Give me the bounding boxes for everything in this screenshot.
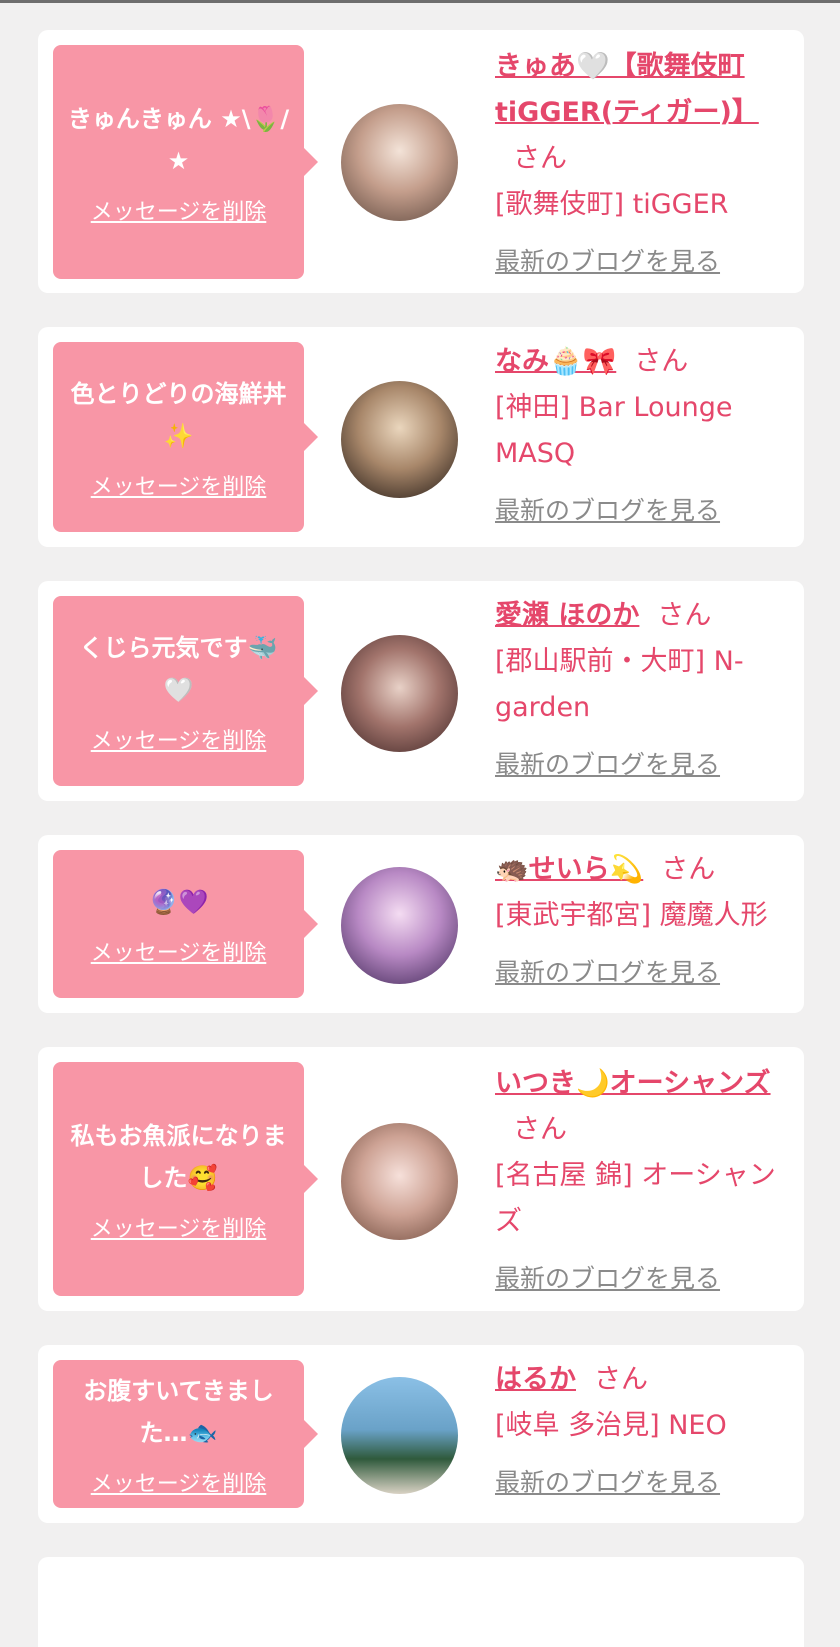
avatar[interactable] <box>341 1377 458 1494</box>
cast-name-link[interactable]: いつき🌙オーシャンズ <box>495 1068 771 1099</box>
list-item: くじら元気です🐳🤍 メッセージを削除 愛瀬 ほのか さん [郡山駅前・大町] N-… <box>38 581 804 801</box>
message-text: きゅんきゅん ★\🌷/★ <box>67 105 290 175</box>
honorific: さん <box>657 600 712 631</box>
list-item: きゅんきゅん ★\🌷/★ メッセージを削除 きゅあ🤍【歌舞伎町tiGGER(ティ… <box>38 30 804 293</box>
latest-blog-link[interactable]: 最新のブログを見る <box>495 745 795 785</box>
message-text: くじら元気です🐳🤍 <box>79 634 278 704</box>
avatar[interactable] <box>341 635 458 752</box>
avatar[interactable] <box>341 867 458 984</box>
latest-blog-link[interactable]: 最新のブログを見る <box>495 491 795 531</box>
store-label: [神田] Bar Lounge MASQ <box>495 392 733 469</box>
message-bubble: きゅんきゅん ★\🌷/★ メッセージを削除 <box>53 45 318 279</box>
latest-blog-link[interactable]: 最新のブログを見る <box>495 1259 795 1299</box>
list-item: 私もお魚派になりました🥰 メッセージを削除 いつき🌙オーシャンズさん [名古屋 … <box>38 1047 804 1311</box>
top-divider <box>0 0 840 3</box>
list-item-partial <box>38 1557 804 1647</box>
delete-message-link[interactable]: メッセージを削除 <box>91 935 267 967</box>
list-item: お腹すいてきました…🐟 メッセージを削除 はるか さん [岐阜 多治見] NEO … <box>38 1345 804 1523</box>
message-bubble: お腹すいてきました…🐟 メッセージを削除 <box>53 1360 318 1508</box>
honorific: さん <box>594 1364 648 1395</box>
message-text: 🔮💜 <box>148 888 209 916</box>
latest-blog-link[interactable]: 最新のブログを見る <box>495 1463 795 1503</box>
delete-message-link[interactable]: メッセージを削除 <box>91 723 267 755</box>
avatar[interactable] <box>341 104 458 221</box>
delete-message-link[interactable]: メッセージを削除 <box>91 194 267 226</box>
store-label: [東武宇都宮] 魔魔人形 <box>495 900 768 931</box>
honorific: さん <box>513 143 567 174</box>
cast-name-link[interactable]: 愛瀬 ほのか <box>495 600 639 631</box>
latest-blog-link[interactable]: 最新のブログを見る <box>495 242 795 282</box>
latest-blog-link[interactable]: 最新のブログを見る <box>495 953 795 993</box>
message-text: お腹すいてきました…🐟 <box>83 1377 274 1447</box>
message-text: 色とりどりの海鮮丼✨ <box>70 380 287 450</box>
message-bubble: くじら元気です🐳🤍 メッセージを削除 <box>53 596 318 786</box>
delete-message-link[interactable]: メッセージを削除 <box>91 469 267 501</box>
honorific: さん <box>661 854 716 885</box>
message-bubble: 私もお魚派になりました🥰 メッセージを削除 <box>53 1062 318 1296</box>
cast-name-link[interactable]: 🦔せいら💫 <box>495 854 643 885</box>
avatar[interactable] <box>341 381 458 498</box>
store-label: [郡山駅前・大町] N-garden <box>495 646 744 723</box>
message-text: 私もお魚派になりました🥰 <box>70 1122 287 1192</box>
delete-message-link[interactable]: メッセージを削除 <box>91 1466 267 1498</box>
honorific: さん <box>513 1114 567 1145</box>
list-item: 色とりどりの海鮮丼✨ メッセージを削除 なみ🧁🎀 さん [神田] Bar Loun… <box>38 327 804 547</box>
cast-name-link[interactable]: はるか <box>495 1364 576 1395</box>
message-bubble: 🔮💜 メッセージを削除 <box>53 850 318 998</box>
delete-message-link[interactable]: メッセージを削除 <box>91 1211 267 1243</box>
cast-name-link[interactable]: なみ🧁🎀 <box>495 346 616 377</box>
store-label: [名古屋 錦] オーシャンズ <box>495 1160 776 1237</box>
list-item: 🔮💜 メッセージを削除 🦔せいら💫 さん [東武宇都宮] 魔魔人形 最新のブログを… <box>38 835 804 1013</box>
avatar[interactable] <box>341 1123 458 1240</box>
message-bubble: 色とりどりの海鮮丼✨ メッセージを削除 <box>53 342 318 532</box>
store-label: [岐阜 多治見] NEO <box>495 1410 727 1441</box>
store-label: [歌舞伎町] tiGGER <box>495 189 729 220</box>
honorific: さん <box>634 346 689 377</box>
cast-name-link[interactable]: きゅあ🤍【歌舞伎町tiGGER(ティガー)】 <box>495 51 759 128</box>
